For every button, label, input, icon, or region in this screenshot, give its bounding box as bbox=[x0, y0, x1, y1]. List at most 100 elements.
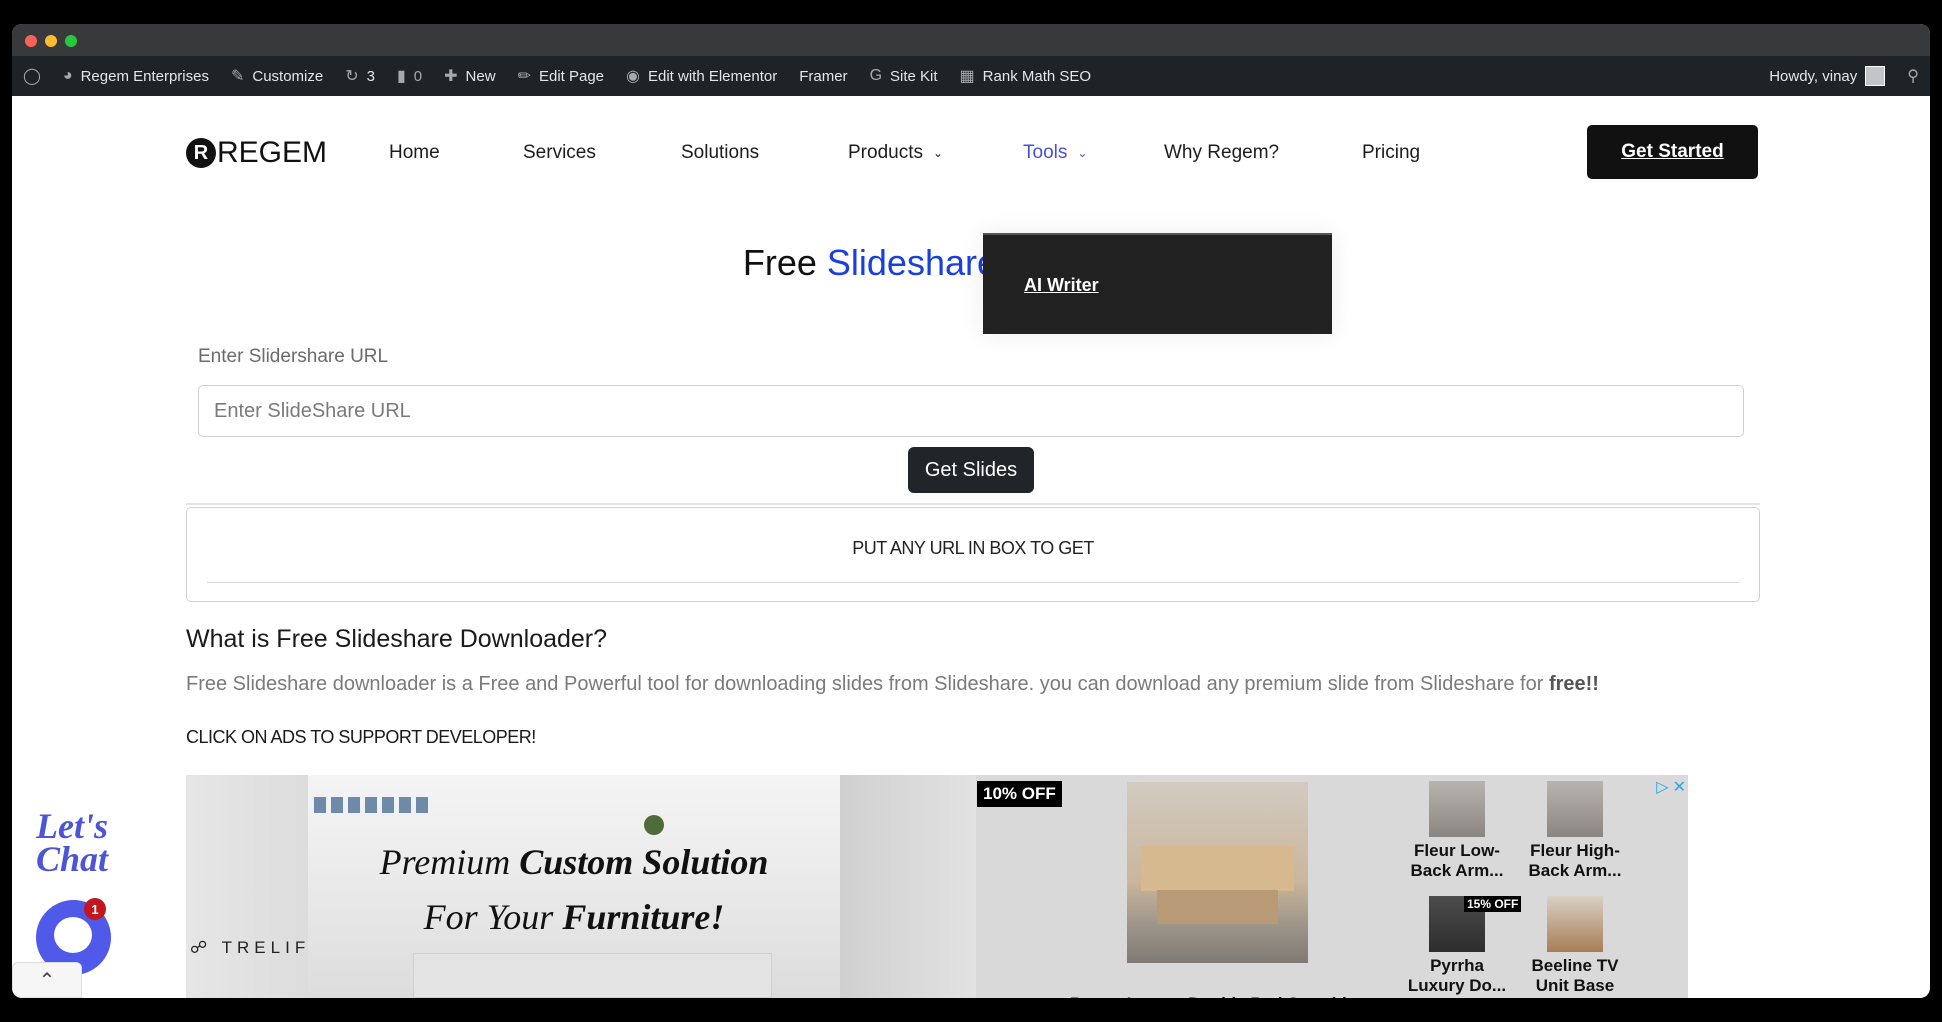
nav-products[interactable]: Products ⌄ bbox=[848, 142, 943, 164]
edit-page-link[interactable]: ✏ Edit Page bbox=[507, 56, 615, 96]
get-slides-button[interactable]: Get Slides bbox=[908, 447, 1034, 493]
maximize-window-button[interactable] bbox=[65, 35, 77, 47]
pencil-icon: ✏ bbox=[517, 68, 531, 85]
ad-headline-2: For Your Furniture! bbox=[308, 896, 840, 938]
plant-decoration bbox=[644, 815, 664, 835]
tile-thumb bbox=[1547, 896, 1603, 952]
support-text: CLICK ON ADS TO SUPPORT DEVELOPER! bbox=[186, 727, 536, 747]
ad-tile[interactable]: Beeline TV Unit Base bbox=[1520, 896, 1630, 996]
headline-plain: For Your bbox=[423, 897, 554, 937]
result-text: PUT ANY URL IN BOX TO GET bbox=[852, 538, 1094, 558]
ad-choices[interactable]: ▷ ✕ bbox=[1656, 777, 1686, 797]
nav-label: Services bbox=[523, 142, 596, 163]
ad-headline-1: Premium Custom Solution bbox=[308, 841, 840, 883]
customize-label: Customize bbox=[252, 67, 324, 85]
elementor-label: Edit with Elementor bbox=[647, 67, 778, 85]
ad-brand: ☍ TRELIF bbox=[190, 938, 310, 958]
ad-tile[interactable]: Fleur High-Back Arm... bbox=[1520, 781, 1630, 881]
site-logo[interactable]: R REGEM bbox=[186, 136, 327, 170]
comment-icon: ▮ bbox=[396, 68, 406, 85]
updates-count: 3 bbox=[366, 67, 375, 85]
close-ad-icon[interactable]: ✕ bbox=[1673, 777, 1686, 797]
tile-badge: 15% OFF bbox=[1464, 896, 1522, 912]
wordpress-menu[interactable]: ◯ bbox=[12, 56, 52, 96]
new-content-link[interactable]: ✚ New bbox=[433, 56, 506, 96]
nav-label: Solutions bbox=[681, 142, 760, 163]
tile-title: Fleur High-Back Arm... bbox=[1528, 841, 1622, 880]
title-highlight: Slideshare bbox=[826, 242, 997, 283]
logo-text: REGEM bbox=[217, 136, 328, 169]
google-icon: G bbox=[869, 67, 883, 84]
tools-dropdown: AI Writer bbox=[983, 233, 1332, 334]
minimize-window-button[interactable] bbox=[45, 35, 57, 47]
comments-count: 0 bbox=[413, 67, 423, 85]
slideshare-url-input[interactable] bbox=[198, 385, 1744, 437]
tile-title: Pyrrha Luxury Do... bbox=[1407, 956, 1507, 995]
nav-why-regem[interactable]: Why Regem? bbox=[1164, 142, 1279, 164]
rank-math-link[interactable]: ▦ Rank Math SEO bbox=[949, 56, 1103, 96]
advertisement[interactable]: ☍ TRELIF Premium Custom Solution For You… bbox=[186, 775, 1688, 998]
tile-thumb bbox=[1547, 781, 1603, 837]
new-label: New bbox=[465, 67, 496, 85]
unread-badge: 1 bbox=[84, 898, 106, 920]
nav-label: Why Regem? bbox=[1164, 142, 1280, 163]
brush-icon: ✎ bbox=[230, 68, 245, 85]
lets-chat-label[interactable]: Let's Chat bbox=[36, 808, 136, 877]
nav-home[interactable]: Home bbox=[389, 142, 440, 164]
headboard bbox=[1141, 846, 1294, 891]
site-name-link[interactable]: ◕ Regem Enterprises bbox=[52, 56, 220, 96]
nav-label: Products bbox=[848, 142, 923, 163]
plus-icon: ✚ bbox=[444, 68, 458, 85]
search-icon: ⚲ bbox=[1907, 68, 1919, 85]
wp-admin-bar: ◯ ◕ Regem Enterprises ✎ Customize ↻ 3 ▮ 0 ✚ N… bbox=[12, 56, 1930, 96]
account-menu[interactable]: Howdy, vinay bbox=[1758, 56, 1896, 96]
dropdown-item-ai-writer[interactable]: AI Writer bbox=[1024, 275, 1099, 296]
divider bbox=[186, 503, 1760, 505]
tile-title: Fleur Low-Back Arm... bbox=[1410, 841, 1504, 880]
ad-banner[interactable]: ☍ TRELIF Premium Custom Solution For You… bbox=[186, 775, 976, 998]
divider bbox=[207, 582, 1739, 583]
customize-link[interactable]: ✎ Customize bbox=[220, 56, 334, 96]
site-header: R REGEM Home Services Solutions Products ⌄… bbox=[12, 96, 1930, 208]
chevron-down-icon: ⌄ bbox=[1077, 146, 1088, 160]
ad-image: Premium Custom Solution For Your Furnitu… bbox=[308, 775, 840, 998]
close-window-button[interactable] bbox=[25, 35, 37, 47]
product-image[interactable] bbox=[1127, 782, 1308, 963]
product-title[interactable]: Ruyyo Luxury Double Bed Set with... bbox=[1070, 994, 1367, 998]
updates-link[interactable]: ↻ 3 bbox=[334, 56, 386, 96]
nav-tools[interactable]: Tools ⌄ bbox=[1023, 142, 1087, 164]
site-kit-link[interactable]: G Site Kit bbox=[859, 56, 949, 96]
get-started-button[interactable]: Get Started bbox=[1587, 125, 1758, 179]
nav-solutions[interactable]: Solutions bbox=[681, 142, 759, 164]
sofa-image bbox=[413, 953, 772, 998]
scroll-to-top-button[interactable]: ⌃ bbox=[12, 962, 82, 998]
admin-search-button[interactable]: ⚲ bbox=[1896, 56, 1930, 96]
site-name: Regem Enterprises bbox=[80, 67, 209, 85]
dashboard-icon: ◕ bbox=[62, 67, 73, 84]
photo-string-decoration bbox=[314, 797, 428, 813]
elementor-link[interactable]: ◉ Edit with Elementor bbox=[615, 56, 788, 96]
chevron-down-icon: ⌄ bbox=[932, 146, 944, 160]
rank-math-label: Rank Math SEO bbox=[982, 67, 1092, 85]
nav-pricing[interactable]: Pricing bbox=[1362, 142, 1420, 164]
about-heading: What is Free Slideshare Downloader? bbox=[186, 625, 608, 653]
framer-link[interactable]: Framer bbox=[788, 56, 858, 96]
edit-page-label: Edit Page bbox=[538, 67, 605, 85]
ad-brand-name: TRELIF bbox=[221, 938, 311, 957]
nav-label: Pricing bbox=[1362, 142, 1421, 163]
comments-link[interactable]: ▮ 0 bbox=[386, 56, 433, 96]
chat-bubble-icon bbox=[54, 917, 92, 953]
tile-thumb bbox=[1429, 781, 1485, 837]
rank-math-icon: ▦ bbox=[959, 68, 975, 85]
headline-bold: Custom Solution bbox=[519, 842, 769, 882]
nav-services[interactable]: Services bbox=[523, 142, 596, 164]
title-prefix: Free bbox=[742, 242, 817, 283]
ad-tile[interactable]: Fleur Low-Back Arm... bbox=[1402, 781, 1512, 881]
url-label: Enter Slidershare URL bbox=[198, 346, 389, 367]
ad-choices-icon: ▷ bbox=[1656, 779, 1669, 796]
updates-icon: ↻ bbox=[345, 68, 359, 85]
bed-base bbox=[1157, 890, 1278, 924]
tile-title: Beeline TV Unit Base bbox=[1531, 956, 1619, 995]
logo-mark-icon: R bbox=[186, 138, 216, 168]
nav-label: Home bbox=[389, 142, 440, 163]
